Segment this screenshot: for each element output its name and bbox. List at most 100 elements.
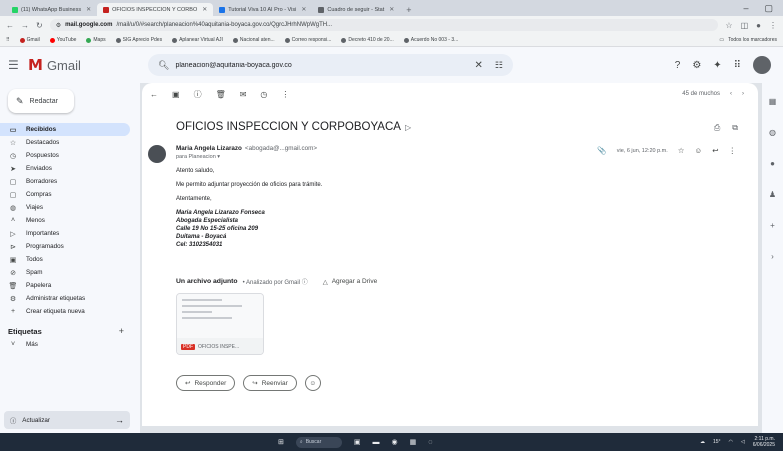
reply-button[interactable]: ↩ Responder — [176, 375, 236, 391]
sidebar-item[interactable]: ⊳ Programados — [0, 240, 130, 253]
apps-grid-icon[interactable]: ⠿ — [734, 60, 741, 71]
all-bookmarks[interactable]: ▭ Todos los marcadores — [719, 37, 777, 43]
search-options-icon[interactable]: ☷ — [495, 60, 503, 71]
add-addon-icon[interactable]: + — [770, 221, 775, 230]
sidebar-item[interactable]: ▢ Compras — [0, 188, 130, 201]
sidebar-item[interactable]: ➤ Enviados — [0, 162, 130, 175]
extensions-icon[interactable]: ◫ — [741, 21, 749, 30]
weather-icon[interactable]: ☁ — [700, 439, 705, 445]
sidebar-item[interactable]: ▷ Importantes — [0, 227, 130, 240]
delete-icon[interactable]: 🗑 — [216, 90, 226, 99]
search-icon[interactable]: 🔍︎ — [158, 60, 169, 71]
maximize-icon[interactable]: ▢ — [764, 3, 773, 14]
contacts-icon[interactable]: ♟ — [769, 190, 776, 199]
back-arrow-icon[interactable]: ← — [150, 90, 158, 99]
minimize-icon[interactable]: – — [743, 3, 748, 14]
archive-icon[interactable]: ▣ — [172, 90, 180, 99]
bookmark-item[interactable]: Nacional aten... — [232, 37, 275, 43]
emoji-react-icon[interactable]: ☺ — [695, 146, 703, 155]
browser-tab[interactable]: (11) WhatsApp Business ✕ — [6, 3, 97, 16]
sidebar-item[interactable]: ⚙ Administrar etiquetas — [0, 292, 130, 305]
sidebar-item[interactable]: ☆ Destacados — [0, 136, 130, 149]
next-icon[interactable]: › — [742, 91, 744, 97]
gemini-icon[interactable]: ✦ — [713, 60, 721, 71]
whatsapp-icon[interactable]: ◌ — [428, 439, 432, 446]
keep-icon[interactable]: ◍ — [769, 128, 776, 137]
browser-tab-active[interactable]: OFICIOS INSPECCION Y CORBO ✕ — [97, 3, 214, 16]
store-icon[interactable]: ▦ — [410, 438, 417, 446]
sidebar-item[interactable]: ▢ Borradores — [0, 175, 130, 188]
menu-icon[interactable]: ⋮ — [769, 21, 777, 30]
compose-button[interactable]: ✎ Redactar — [8, 89, 74, 113]
sidebar-item[interactable]: + Crear etiqueta nueva — [0, 305, 130, 318]
recipient-details[interactable]: para Planeacion ▾ — [176, 154, 220, 160]
bookmark-item[interactable]: Acuerdo No 003 - 3... — [403, 37, 458, 43]
apps-icon[interactable]: ⠿ — [6, 37, 10, 43]
browser-tab[interactable]: Cuadro de seguir - Stat ✕ — [312, 3, 400, 16]
new-tab-button[interactable]: + — [400, 3, 417, 16]
close-icon[interactable]: ✕ — [86, 6, 91, 13]
snooze-icon[interactable]: ◷ — [260, 90, 267, 99]
settings-icon[interactable]: ⚙ — [692, 60, 701, 71]
calendar-icon[interactable]: ▦ — [769, 97, 777, 106]
chrome-icon[interactable]: ◉ — [392, 438, 398, 446]
more-icon[interactable]: ⋮ — [281, 90, 289, 99]
address-bar[interactable]: ⚙ mail.google.com/mail/u/0/#search/plane… — [49, 19, 719, 31]
emoji-button[interactable]: ☺ — [304, 375, 321, 391]
forward-icon[interactable]: → — [21, 21, 29, 30]
sidebar-item[interactable]: ˄ Menos — [0, 214, 130, 227]
help-icon[interactable]: ? — [675, 60, 681, 71]
main-menu-icon[interactable]: ☰ — [8, 58, 28, 72]
star-icon[interactable]: ☆ — [678, 146, 685, 155]
close-icon[interactable]: ✕ — [389, 6, 394, 13]
arrow-right-icon[interactable]: → — [115, 415, 124, 425]
start-icon[interactable]: ⊞ — [278, 438, 284, 446]
refresh-bar[interactable]: ⓘ Actualizar → — [4, 411, 130, 429]
account-avatar[interactable] — [753, 56, 771, 74]
sidebar-item[interactable]: ◍ Viajes — [0, 201, 130, 214]
wifi-icon[interactable]: ◠ — [729, 439, 733, 445]
mark-unread-icon[interactable]: ✉ — [240, 90, 247, 99]
label-icon[interactable]: ▷ — [405, 123, 411, 132]
close-icon[interactable]: ✕ — [301, 6, 306, 13]
profile-icon[interactable]: ● — [756, 21, 761, 30]
bookmark-item[interactable]: YouTube — [49, 37, 76, 43]
sidebar-item[interactable]: ▭ Recibidos — [0, 123, 130, 136]
bookmark-star-icon[interactable]: ☆ — [725, 21, 732, 30]
site-info-icon[interactable]: ⚙ — [56, 22, 61, 29]
sidebar-item[interactable]: ◷ Pospuestos — [0, 149, 130, 162]
back-icon[interactable]: ← — [6, 21, 14, 30]
reply-icon[interactable]: ↩ — [712, 146, 718, 155]
search-input[interactable] — [175, 61, 469, 69]
sidebar-item[interactable]: 🗑 Papelera — [0, 279, 130, 292]
forward-button[interactable]: ↪ Reenviar — [243, 375, 297, 391]
expand-panel-icon[interactable]: › — [771, 252, 774, 261]
attachment-card[interactable]: PDF OFICIOS INSPE... — [176, 293, 264, 355]
reload-icon[interactable]: ↻ — [36, 21, 43, 30]
taskbar-search[interactable]: ⌕ Buscar — [295, 436, 342, 448]
print-icon[interactable]: ⎙ — [714, 123, 720, 133]
bookmark-item[interactable]: Correo responsi... — [284, 37, 331, 43]
close-icon[interactable]: ✕ — [202, 6, 207, 13]
bookmark-item[interactable]: Gmail — [19, 37, 40, 43]
clock[interactable]: 2:11 p.m. 6/06/2025 — [753, 436, 775, 448]
report-spam-icon[interactable]: ⓘ — [194, 89, 202, 100]
task-view-icon[interactable]: ▣ — [354, 438, 361, 446]
more-icon[interactable]: ⋮ — [729, 146, 737, 155]
clear-search-icon[interactable]: ✕ — [475, 60, 483, 71]
browser-tab[interactable]: Tutorial Viva 10 AI Pro - Visi ✕ — [213, 3, 312, 16]
labels-more[interactable]: ˅ Más — [0, 338, 130, 351]
file-explorer-icon[interactable]: ▬ — [373, 439, 380, 446]
bookmark-item[interactable]: Maps — [86, 37, 106, 43]
prev-icon[interactable]: ‹ — [730, 91, 732, 97]
bookmark-item[interactable]: SIG Aprecio Pdes — [115, 37, 162, 43]
bookmark-item[interactable]: Decreto 410 de 20... — [341, 37, 394, 43]
sidebar-item[interactable]: ▣ Todos — [0, 253, 130, 266]
open-new-window-icon[interactable]: ⧉ — [732, 123, 738, 133]
tasks-icon[interactable]: ● — [770, 159, 775, 168]
gmail-logo[interactable]: M Gmail — [28, 56, 148, 74]
add-label-icon[interactable]: + — [119, 326, 124, 336]
add-to-drive-button[interactable]: △ Agregar a Drive — [323, 278, 378, 286]
bookmark-item[interactable]: Aplanear Virtual AJI — [172, 37, 223, 43]
sidebar-item[interactable]: ⊘ Spam — [0, 266, 130, 279]
